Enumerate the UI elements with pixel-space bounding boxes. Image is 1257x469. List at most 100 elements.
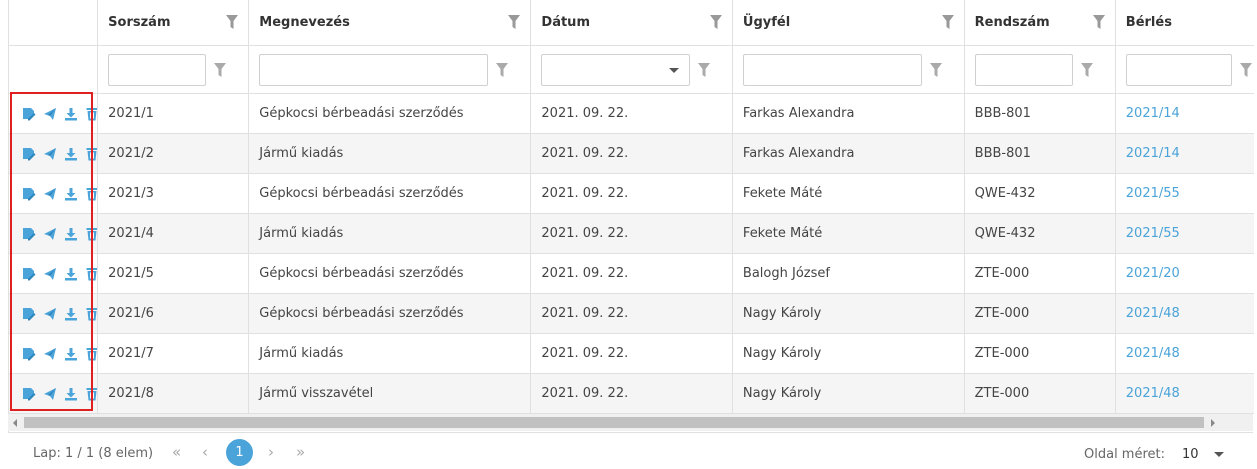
filter-cell-datum — [530, 45, 733, 94]
delete-icon[interactable] — [85, 187, 97, 201]
cell-datum: 2021. 09. 22. — [530, 133, 733, 174]
filter-funnel-icon[interactable] — [226, 15, 239, 29]
scroll-left-icon[interactable] — [13, 419, 17, 427]
delete-icon[interactable] — [85, 147, 97, 161]
chevron-down-icon[interactable] — [668, 67, 679, 73]
filter-funnel-icon[interactable] — [496, 62, 509, 77]
delete-icon[interactable] — [85, 347, 97, 361]
edit-document-icon[interactable] — [22, 267, 36, 281]
documents-table: Sorszám Megnevezés Dátum Ügyfél Rendszám… — [9, 0, 1254, 414]
send-icon[interactable] — [43, 307, 57, 321]
filter-funnel-icon[interactable] — [697, 62, 710, 77]
filter-input-rendszam[interactable] — [974, 53, 1073, 86]
column-header-berles[interactable]: Bérlés — [1115, 0, 1254, 46]
filter-funnel-icon[interactable] — [214, 62, 227, 77]
download-icon[interactable] — [64, 107, 78, 121]
berles-link[interactable]: 2021/14 — [1126, 146, 1180, 161]
filter-cell-actions — [9, 45, 99, 94]
send-icon[interactable] — [43, 267, 57, 281]
delete-icon[interactable] — [85, 307, 97, 321]
berles-link[interactable]: 2021/48 — [1126, 306, 1180, 321]
berles-link[interactable]: 2021/48 — [1126, 386, 1180, 401]
download-icon[interactable] — [64, 227, 78, 241]
delete-icon[interactable] — [85, 387, 97, 401]
send-icon[interactable] — [43, 387, 57, 401]
edit-document-icon[interactable] — [22, 347, 36, 361]
edit-document-icon[interactable] — [22, 147, 36, 161]
filter-funnel-icon[interactable] — [929, 62, 942, 77]
cell-ugyfel: Fekete Máté — [732, 173, 965, 214]
download-icon[interactable] — [64, 267, 78, 281]
cell-datum: 2021. 09. 22. — [530, 253, 733, 294]
edit-document-icon[interactable] — [22, 307, 36, 321]
first-page-button[interactable]: « — [172, 443, 181, 461]
filter-date-dropdown[interactable] — [541, 53, 690, 86]
cell-rendszam: ZTE-000 — [964, 373, 1116, 414]
cell-datum: 2021. 09. 22. — [530, 333, 733, 374]
send-icon[interactable] — [43, 347, 57, 361]
filter-input-sorszam[interactable] — [108, 53, 207, 86]
row-actions — [9, 93, 99, 134]
cell-rendszam: QWE-432 — [964, 213, 1116, 254]
cell-berles: 2021/20 — [1115, 253, 1254, 294]
cell-sorszam: 2021/2 — [97, 133, 250, 174]
berles-link[interactable]: 2021/48 — [1126, 346, 1180, 361]
page-size-select[interactable]: 10 — [1182, 447, 1199, 462]
edit-document-icon[interactable] — [22, 387, 36, 401]
column-header-rendszam[interactable]: Rendszám — [964, 0, 1116, 46]
filter-funnel-icon[interactable] — [508, 15, 521, 29]
download-icon[interactable] — [64, 347, 78, 361]
column-header-datum[interactable]: Dátum — [530, 0, 733, 46]
cell-datum: 2021. 09. 22. — [530, 93, 733, 134]
berles-link[interactable]: 2021/55 — [1126, 186, 1180, 201]
send-icon[interactable] — [43, 107, 57, 121]
scrollbar-thumb[interactable] — [24, 417, 1204, 428]
filter-funnel-icon[interactable] — [941, 15, 954, 29]
berles-link[interactable]: 2021/14 — [1126, 106, 1180, 121]
berles-link[interactable]: 2021/20 — [1126, 266, 1180, 281]
cell-ugyfel: Fekete Máté — [732, 213, 965, 254]
send-icon[interactable] — [43, 227, 57, 241]
cell-sorszam: 2021/4 — [97, 213, 250, 254]
edit-document-icon[interactable] — [22, 107, 36, 121]
delete-icon[interactable] — [85, 227, 97, 241]
next-page-button[interactable]: › — [268, 443, 274, 461]
filter-input-ugyfel[interactable] — [742, 53, 922, 86]
send-icon[interactable] — [43, 187, 57, 201]
cell-berles: 2021/55 — [1115, 173, 1254, 214]
row-actions — [9, 373, 99, 414]
chevron-down-icon[interactable] — [1214, 452, 1224, 457]
delete-icon[interactable] — [85, 107, 97, 121]
column-header-sorszam[interactable]: Sorszám — [97, 0, 250, 46]
delete-icon[interactable] — [85, 267, 97, 281]
horizontal-scrollbar[interactable] — [8, 414, 1253, 431]
prev-page-button[interactable]: ‹ — [202, 443, 208, 461]
filter-input-berles[interactable] — [1125, 53, 1232, 86]
filter-input-megnevezes[interactable] — [259, 53, 489, 86]
filter-funnel-icon[interactable] — [1092, 15, 1105, 29]
cell-ugyfel: Nagy Károly — [732, 373, 965, 414]
table-row: 2021/3 Gépkocsi bérbeadási szerződés 202… — [9, 173, 1254, 214]
download-icon[interactable] — [64, 187, 78, 201]
scroll-right-icon[interactable] — [1211, 419, 1215, 427]
download-icon[interactable] — [64, 307, 78, 321]
cell-megnevezes: Jármű kiadás — [248, 213, 532, 254]
filter-funnel-icon[interactable] — [1239, 62, 1252, 77]
cell-datum: 2021. 09. 22. — [530, 293, 733, 334]
last-page-button[interactable]: » — [296, 443, 305, 461]
filter-cell-ugyfel — [732, 45, 965, 94]
download-icon[interactable] — [64, 147, 78, 161]
edit-document-icon[interactable] — [22, 227, 36, 241]
download-icon[interactable] — [64, 387, 78, 401]
cell-megnevezes: Jármű visszavétel — [248, 373, 532, 414]
column-header-ugyfel[interactable]: Ügyfél — [732, 0, 965, 46]
filter-funnel-icon[interactable] — [709, 15, 722, 29]
table-row: 2021/5 Gépkocsi bérbeadási szerződés 202… — [9, 253, 1254, 294]
cell-rendszam: QWE-432 — [964, 173, 1116, 214]
column-header-megnevezes[interactable]: Megnevezés — [248, 0, 532, 46]
edit-document-icon[interactable] — [22, 187, 36, 201]
berles-link[interactable]: 2021/55 — [1126, 226, 1180, 241]
send-icon[interactable] — [43, 147, 57, 161]
filter-funnel-icon[interactable] — [1080, 62, 1093, 77]
current-page-button[interactable]: 1 — [226, 439, 253, 466]
